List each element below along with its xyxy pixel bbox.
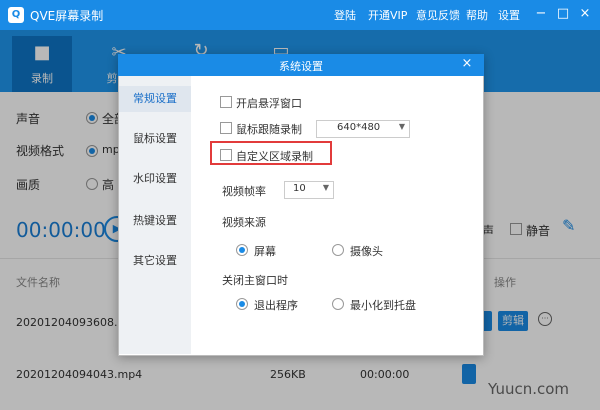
follow-mouse-checkbox[interactable]	[220, 122, 232, 134]
source-screen-label: 屏幕	[254, 245, 276, 258]
close-exit-label: 退出程序	[254, 299, 298, 312]
dialog-title: 系统设置	[279, 60, 323, 73]
nav-general-settings[interactable]: 常规设置	[119, 86, 191, 112]
maximize-icon[interactable]: □	[556, 6, 570, 22]
chevron-down-icon: ▼	[322, 183, 329, 192]
nav-other-settings[interactable]: 其它设置	[119, 248, 191, 274]
source-screen-radio[interactable]	[236, 244, 248, 256]
nav-hotkey-settings[interactable]: 热键设置	[119, 208, 191, 234]
app-logo-icon: Q	[8, 7, 24, 23]
fps-label: 视频帧率	[222, 185, 266, 198]
floating-window-label: 开启悬浮窗口	[236, 97, 302, 110]
vip-link[interactable]: 开通VIP	[368, 7, 407, 23]
custom-region-highlight	[210, 141, 332, 165]
app-title: QVE屏幕录制	[30, 9, 104, 23]
floating-window-checkbox[interactable]	[220, 96, 232, 108]
fps-select[interactable]: 10 ▼	[284, 181, 334, 199]
settings-link[interactable]: 设置	[498, 7, 520, 23]
dialog-close-icon[interactable]: ×	[460, 56, 474, 71]
feedback-link[interactable]: 意见反馈	[416, 7, 460, 23]
fps-value: 10	[293, 183, 306, 194]
login-link[interactable]: 登陆	[334, 7, 356, 23]
nav-watermark-settings[interactable]: 水印设置	[119, 166, 191, 192]
help-link[interactable]: 帮助	[466, 7, 488, 23]
source-label: 视频来源	[222, 216, 266, 229]
close-behavior-label: 关闭主窗口时	[222, 274, 288, 287]
close-window-icon[interactable]: ×	[578, 6, 592, 22]
follow-mouse-size-select[interactable]: 640*480 ▼	[316, 120, 410, 138]
source-camera-radio[interactable]	[332, 244, 344, 256]
close-exit-radio[interactable]	[236, 298, 248, 310]
source-camera-label: 摄像头	[350, 245, 383, 258]
site-watermark: Yuucn.com	[488, 380, 570, 398]
follow-mouse-label: 鼠标跟随录制	[236, 123, 302, 136]
follow-mouse-size-value: 640*480	[337, 122, 381, 133]
close-tray-radio[interactable]	[332, 298, 344, 310]
minimize-icon[interactable]: −	[534, 6, 548, 22]
chevron-down-icon: ▼	[398, 122, 405, 131]
nav-mouse-settings[interactable]: 鼠标设置	[119, 126, 191, 152]
close-tray-label: 最小化到托盘	[350, 299, 416, 312]
